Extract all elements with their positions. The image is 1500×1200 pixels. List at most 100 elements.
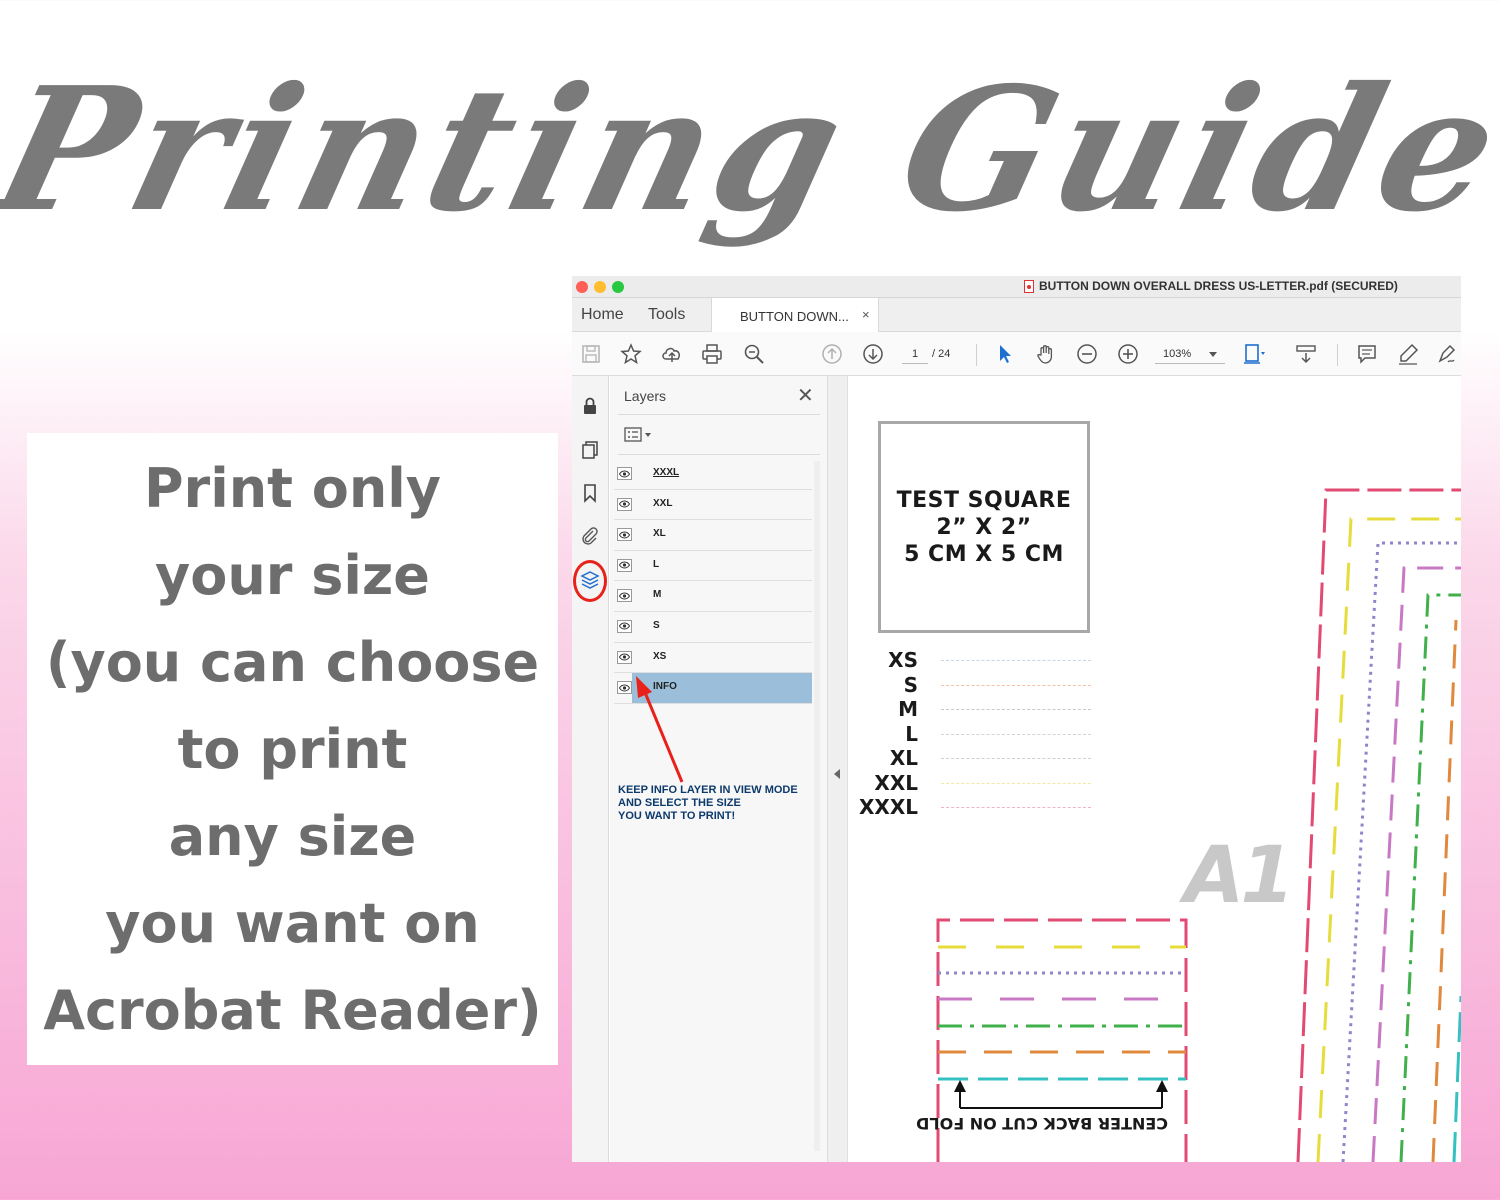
bookmark-icon[interactable] — [578, 481, 602, 505]
layers-panel: Layers ✕ XXXL XXL XL L M S XS INFO KEEP INFO LA… — [610, 376, 828, 1162]
select-cursor-icon[interactable] — [993, 342, 1017, 366]
star-icon[interactable] — [619, 342, 643, 366]
size-legend-line — [941, 684, 1091, 686]
layer-name: L — [653, 558, 660, 570]
attachment-paperclip-icon[interactable] — [578, 524, 602, 548]
layer-row[interactable]: M — [614, 581, 812, 612]
eye-visibility-icon[interactable] — [617, 650, 632, 664]
cloud-upload-icon[interactable] — [660, 342, 684, 366]
layer-row[interactable]: XXL — [614, 490, 812, 521]
size-legend-line — [941, 733, 1091, 735]
size-legend-line — [941, 709, 1091, 710]
acrobat-window: BUTTON DOWN OVERALL DRESS US-LETTER.pdf … — [572, 276, 1461, 1162]
layer-name: XXXL — [653, 467, 680, 478]
zoom-out-icon[interactable] — [1075, 342, 1099, 366]
layer-name: XL — [653, 528, 666, 540]
eye-visibility-icon[interactable] — [617, 497, 632, 511]
highlight-pen-icon[interactable] — [1396, 342, 1420, 366]
comment-icon[interactable] — [1355, 342, 1379, 366]
annotation-line: AND SELECT THE SIZE — [618, 797, 741, 809]
size-legend-label: XS — [888, 648, 918, 672]
layer-row[interactable]: S — [614, 612, 812, 643]
size-legend-row: XXXL — [859, 795, 1093, 820]
pattern-piece-mark: A1 — [1184, 831, 1295, 921]
size-legend-row: L — [873, 722, 1093, 747]
layer-row[interactable]: XS — [614, 643, 812, 674]
size-legend-row: XS — [873, 648, 1093, 673]
size-legend-line — [941, 660, 1091, 661]
scroll-mode-icon[interactable] — [1294, 342, 1318, 366]
layers-panel-title: Layers — [624, 388, 667, 404]
main-toolbar: 1 / 24 103% — [572, 332, 1461, 376]
layer-instruction-annotation: KEEP INFO LAYER IN VIEW MODE AND SELECT … — [618, 784, 828, 823]
instruction-line: Print only — [143, 456, 442, 520]
layer-row[interactable]: XL — [614, 520, 812, 551]
tab-close-icon[interactable]: × — [862, 307, 870, 322]
size-legend-label: L — [905, 721, 918, 746]
document-title: BUTTON DOWN OVERALL DRESS US-LETTER.pdf … — [1024, 279, 1398, 293]
annotation-line: YOU WANT TO PRINT! — [618, 810, 736, 822]
size-legend-label: S — [903, 672, 918, 697]
nav-home[interactable]: Home — [581, 306, 624, 324]
tab-document[interactable]: BUTTON DOWN... × — [711, 298, 879, 333]
eye-visibility-icon[interactable] — [617, 558, 632, 572]
eye-visibility-icon[interactable] — [617, 467, 632, 480]
left-tool-rail — [572, 376, 609, 1162]
next-page-icon[interactable] — [861, 342, 885, 366]
minimize-window-button[interactable] — [594, 281, 606, 293]
zoom-out-search-icon[interactable] — [742, 342, 766, 366]
layer-list: XXXL XXL XL L M S XS INFO — [614, 459, 812, 704]
toolbar-divider — [976, 344, 977, 366]
layer-row[interactable]: L — [614, 551, 812, 582]
lock-icon[interactable] — [578, 394, 602, 418]
size-legend: XS S M L XL XXL XXXL — [859, 648, 1093, 820]
size-legend-row: M — [873, 697, 1093, 722]
previous-page-icon[interactable] — [820, 342, 844, 366]
eye-visibility-icon[interactable] — [617, 589, 632, 603]
pdf-file-icon — [1024, 279, 1034, 293]
zoom-window-button[interactable] — [612, 281, 624, 293]
hand-tool-icon[interactable] — [1034, 342, 1058, 366]
fold-label: CENTER BACK CUT ON FOLD — [916, 1114, 1168, 1133]
size-legend-row: XXL — [873, 771, 1093, 796]
layer-name: S — [653, 619, 660, 631]
size-legend-label: XXXL — [858, 795, 918, 819]
instruction-line: (you can choose — [45, 630, 540, 694]
instruction-line: Acrobat Reader) — [43, 978, 542, 1042]
panel-collapse-strip[interactable] — [828, 376, 848, 1162]
size-legend-row: S — [873, 673, 1093, 698]
layer-row[interactable]: XXXL — [614, 459, 812, 490]
layer-name: XXL — [653, 497, 673, 509]
page-number-input[interactable]: 1 — [902, 344, 928, 364]
size-legend-line — [941, 758, 1091, 759]
sign-icon[interactable] — [1435, 342, 1459, 366]
printing-guide-title: Printing Guide — [0, 20, 1500, 280]
title-text: Printing Guide — [0, 50, 1500, 250]
page-total: / 24 — [932, 348, 951, 360]
close-window-button[interactable] — [576, 281, 588, 293]
fit-page-icon[interactable] — [1242, 342, 1266, 366]
collapse-arrow-icon[interactable] — [834, 769, 840, 779]
close-icon[interactable]: ✕ — [797, 383, 814, 408]
tab-document-label: BUTTON DOWN... — [740, 309, 849, 324]
eye-visibility-icon[interactable] — [617, 528, 632, 542]
print-icon[interactable] — [700, 342, 724, 366]
eye-visibility-icon[interactable] — [617, 619, 632, 633]
toolbar-divider — [1337, 344, 1338, 366]
layer-name: M — [653, 589, 662, 601]
layers-options-icon[interactable] — [624, 426, 656, 444]
test-square-line: 2” X 2” — [936, 514, 1032, 540]
zoom-level-select[interactable]: 103% — [1155, 344, 1225, 364]
size-legend-row: XL — [873, 746, 1093, 771]
pages-thumbnail-icon[interactable] — [578, 438, 602, 462]
test-square-line: TEST SQUARE — [896, 487, 1072, 513]
save-icon[interactable] — [579, 342, 603, 366]
instruction-line: any size — [168, 804, 417, 868]
annotation-line: KEEP INFO LAYER IN VIEW MODE — [618, 784, 798, 796]
zoom-in-icon[interactable] — [1116, 342, 1140, 366]
window-titlebar: BUTTON DOWN OVERALL DRESS US-LETTER.pdf … — [572, 276, 1461, 298]
nav-tools[interactable]: Tools — [648, 306, 685, 324]
test-square: TEST SQUARE 2” X 2” 5 CM X 5 CM — [878, 421, 1090, 633]
size-legend-line — [941, 782, 1091, 784]
instruction-line: your size — [155, 543, 430, 607]
